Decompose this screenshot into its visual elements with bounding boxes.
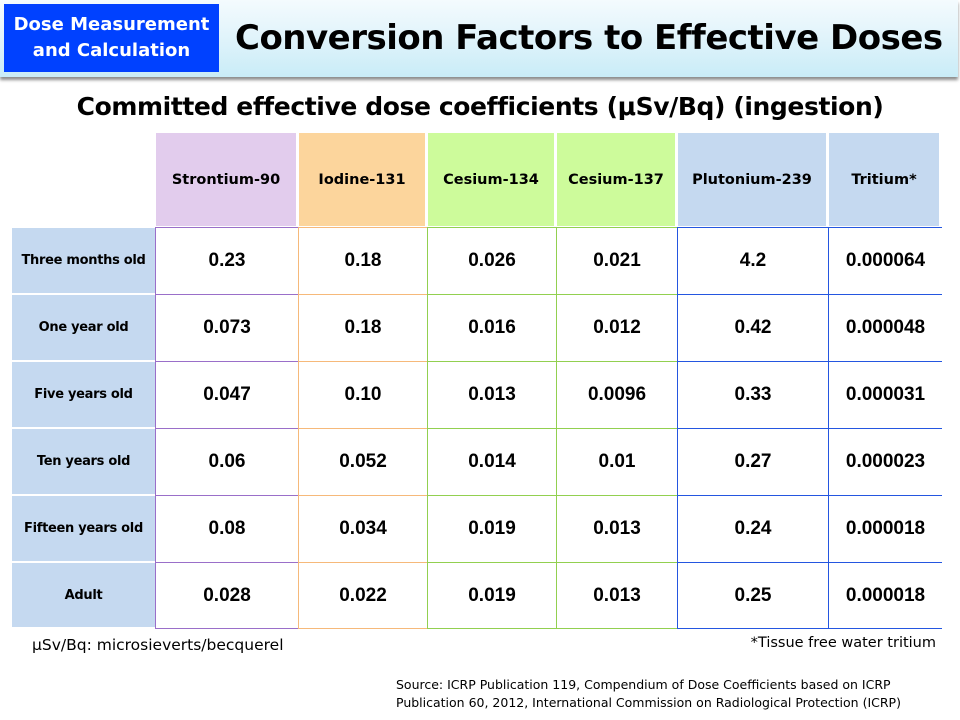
column-header: Tritium* xyxy=(829,133,939,226)
table-cell: 0.014 xyxy=(427,428,557,496)
row-header: Five years old xyxy=(12,362,155,427)
table-cell: 0.028 xyxy=(155,562,299,629)
table-cell: 0.25 xyxy=(677,562,829,629)
source-line-2: Publication 60, 2012, International Comm… xyxy=(396,695,901,710)
row-header: Adult xyxy=(12,563,155,627)
table-title: Committed effective dose coefficients (μ… xyxy=(76,92,884,121)
table-cell: 0.013 xyxy=(556,495,678,563)
table-cell: 0.019 xyxy=(427,562,557,629)
table-cell: 0.42 xyxy=(677,294,829,362)
slide-header: Dose Measurement and Calculation Convers… xyxy=(0,0,958,77)
table-cell: 0.000031 xyxy=(828,361,942,429)
table-cell: 0.01 xyxy=(556,428,678,496)
table-cell: 0.022 xyxy=(298,562,428,629)
unit-note: μSv/Bq: microsieverts/becquerel xyxy=(32,636,284,654)
tritium-footnote: *Tissue free water tritium xyxy=(750,635,936,651)
page-title: Conversion Factors to Effective Doses xyxy=(235,18,943,58)
table-cell: 0.073 xyxy=(155,294,299,362)
table-cell: 0.000018 xyxy=(828,495,942,563)
table-cell: 0.052 xyxy=(298,428,428,496)
table-cell: 0.013 xyxy=(556,562,678,629)
category-badge-line1: Dose Measurement xyxy=(13,14,210,35)
table-cell: 0.026 xyxy=(427,227,557,295)
table-cell: 0.000023 xyxy=(828,428,942,496)
table-cell: 0.000064 xyxy=(828,227,942,295)
column-header: Plutonium-239 xyxy=(678,133,826,226)
table-cell: 0.012 xyxy=(556,294,678,362)
column-header: Cesium-134 xyxy=(428,133,554,226)
row-header: Ten years old xyxy=(12,429,155,494)
row-header: Three months old xyxy=(12,228,155,293)
row-header: Fifteen years old xyxy=(12,496,155,561)
category-badge-line2: and Calculation xyxy=(32,40,191,61)
source-citation: Source: ICRP Publication 119, Compendium… xyxy=(396,676,946,712)
table-cell: 0.18 xyxy=(298,227,428,295)
column-header: Cesium-137 xyxy=(557,133,675,226)
table-cell: 0.000048 xyxy=(828,294,942,362)
table-cell: 0.24 xyxy=(677,495,829,563)
table-cell: 0.0096 xyxy=(556,361,678,429)
table-cell: 0.047 xyxy=(155,361,299,429)
column-header: Iodine-131 xyxy=(299,133,425,226)
table-cell: 0.000018 xyxy=(828,562,942,629)
table-cell: 0.034 xyxy=(298,495,428,563)
table-cell: 4.2 xyxy=(677,227,829,295)
row-header: One year old xyxy=(12,295,155,360)
table-cell: 0.10 xyxy=(298,361,428,429)
table-cell: 0.33 xyxy=(677,361,829,429)
table-cell: 0.08 xyxy=(155,495,299,563)
table-cell: 0.013 xyxy=(427,361,557,429)
source-line-1: Source: ICRP Publication 119, Compendium… xyxy=(396,677,891,692)
table-cell: 0.021 xyxy=(556,227,678,295)
table-cell: 0.016 xyxy=(427,294,557,362)
category-badge: Dose Measurement and Calculation xyxy=(4,4,219,72)
table-cell: 0.06 xyxy=(155,428,299,496)
table-cell: 0.23 xyxy=(155,227,299,295)
column-header: Strontium-90 xyxy=(156,133,296,226)
table-cell: 0.019 xyxy=(427,495,557,563)
table-cell: 0.27 xyxy=(677,428,829,496)
table-cell: 0.18 xyxy=(298,294,428,362)
